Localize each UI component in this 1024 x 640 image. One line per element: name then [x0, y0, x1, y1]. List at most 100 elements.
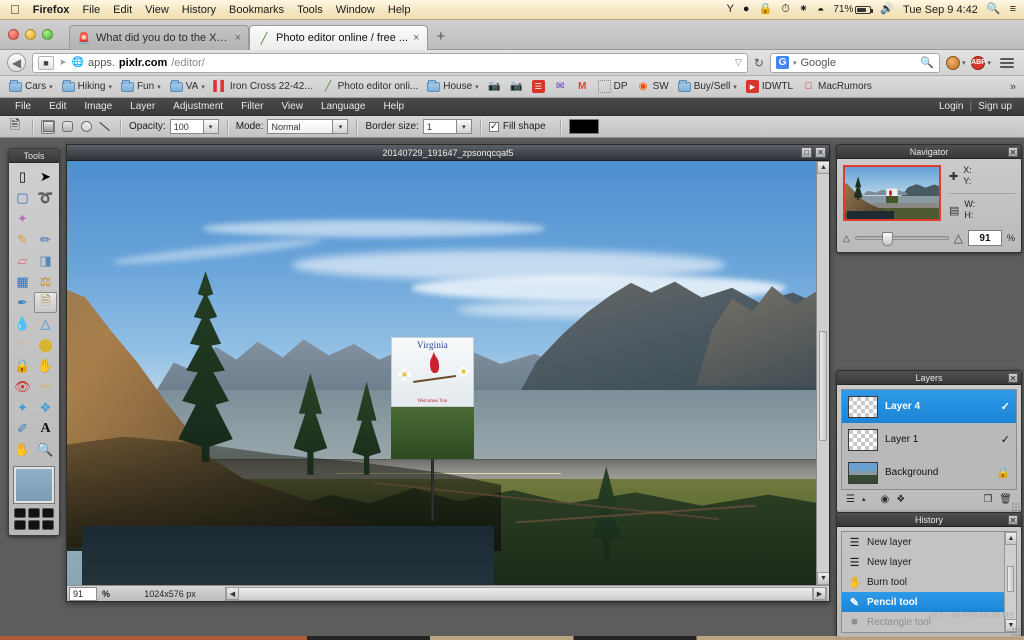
- bluetooth-icon[interactable]: ⁕: [799, 4, 808, 15]
- time-machine-icon[interactable]: ⏱: [781, 4, 790, 15]
- layer-settings-button[interactable]: ☰: [846, 494, 855, 505]
- close-window-button[interactable]: [8, 28, 19, 40]
- menubar-item-edit[interactable]: Edit: [113, 4, 132, 16]
- menubar-item-help[interactable]: Help: [388, 4, 411, 16]
- shape-tool[interactable]: 🖹: [34, 292, 57, 313]
- bookmark-camera-1[interactable]: 📷: [485, 79, 504, 94]
- layer-mask-button[interactable]: ◉: [880, 494, 889, 505]
- layer-style-button[interactable]: ❖: [896, 494, 905, 505]
- rectangle-shape-button[interactable]: [41, 119, 55, 134]
- pixlr-menu-language[interactable]: Language: [312, 98, 375, 116]
- history-scroll-up-icon[interactable]: ▲: [1005, 532, 1017, 545]
- antivirus-shield-icon[interactable]: ●: [743, 4, 750, 15]
- canvas-zoom-input[interactable]: 91: [69, 586, 97, 601]
- opacity-input[interactable]: 100: [169, 119, 204, 134]
- palette-swatch[interactable]: [28, 520, 40, 530]
- sharpen-tool[interactable]: △: [34, 313, 57, 334]
- zoom-slider-knob[interactable]: [881, 232, 893, 246]
- wifi-icon[interactable]: ◓: [817, 4, 824, 16]
- layer-settings-arrow[interactable]: ▴: [862, 495, 866, 503]
- line-shape-button[interactable]: [98, 120, 112, 134]
- pixlr-menu-help[interactable]: Help: [374, 98, 413, 116]
- bookmark-photo-editor[interactable]: ╱ Photo editor onli...: [319, 79, 422, 94]
- minimize-window-button[interactable]: [25, 28, 36, 40]
- adblock-plus-icon[interactable]: ABP ▾: [971, 55, 991, 70]
- move-tool[interactable]: ➤: [34, 166, 57, 187]
- pixlr-menu-filter[interactable]: Filter: [232, 98, 272, 116]
- search-bar[interactable]: G ▾ Google 🔍: [769, 52, 940, 73]
- menubar-item-view[interactable]: View: [145, 4, 169, 16]
- blend-mode-dropdown-icon[interactable]: ▾: [333, 119, 349, 134]
- layer-visibility-checkbox[interactable]: ✓: [1001, 400, 1010, 413]
- panel-resize-handle[interactable]: [1011, 627, 1020, 636]
- zoom-in-large-icon[interactable]: △: [954, 231, 963, 245]
- navigator-thumbnail[interactable]: [843, 165, 941, 221]
- login-link[interactable]: Login: [939, 101, 963, 112]
- layer-row-layer-1[interactable]: Layer 1 ✓: [842, 423, 1016, 456]
- search-magnifier-icon[interactable]: 🔍: [920, 56, 934, 69]
- pixlr-menu-edit[interactable]: Edit: [40, 98, 75, 116]
- history-scroll-thumb[interactable]: [1007, 566, 1014, 592]
- browser-tab-2-close-icon[interactable]: ×: [413, 32, 419, 44]
- notification-center-icon[interactable]: ≡: [1010, 4, 1016, 15]
- menubar-item-tools[interactable]: Tools: [297, 4, 323, 16]
- pixlr-menu-view[interactable]: View: [272, 98, 312, 116]
- bookmark-red-card[interactable]: ☰: [529, 79, 548, 94]
- palette-swatch[interactable]: [42, 520, 54, 530]
- wine-glass-icon[interactable]: Y: [727, 4, 734, 15]
- apple-icon[interactable]: : [10, 3, 20, 16]
- scroll-down-icon[interactable]: ▼: [817, 572, 829, 585]
- marquee-select-tool[interactable]: ▢: [11, 187, 34, 208]
- layer-row-background[interactable]: Background 🔒: [842, 456, 1016, 489]
- bookmark-dp[interactable]: DP: [595, 79, 631, 94]
- blend-mode-select[interactable]: Normal: [267, 119, 334, 134]
- color-picker-tool[interactable]: ✐: [11, 418, 34, 439]
- palette-swatch[interactable]: [42, 508, 54, 518]
- type-tool[interactable]: A: [34, 418, 57, 439]
- bookmark-house[interactable]: House ▾: [424, 79, 481, 93]
- bookmark-idwtl[interactable]: ▶ IDWTL: [743, 79, 796, 94]
- layer-row-layer-4[interactable]: Layer 4 ✓: [842, 390, 1016, 423]
- bookmark-camera-2[interactable]: 📷: [507, 79, 526, 94]
- navigator-close-icon[interactable]: ✕: [1008, 147, 1018, 157]
- menubar-item-file[interactable]: File: [82, 4, 100, 16]
- battery-indicator[interactable]: 71%: [833, 4, 874, 15]
- palette-swatch[interactable]: [14, 508, 26, 518]
- volume-icon[interactable]: 🔊: [880, 4, 894, 15]
- bookmark-va[interactable]: VA ▾: [167, 79, 208, 93]
- border-size-input[interactable]: 1: [422, 119, 457, 134]
- bookmark-buy-sell[interactable]: Buy/Sell ▾: [675, 79, 740, 93]
- bookmark-fun[interactable]: Fun ▾: [118, 79, 164, 93]
- pinch-tool[interactable]: ❖: [34, 397, 57, 418]
- pixlr-menu-image[interactable]: Image: [75, 98, 121, 116]
- eraser-tool[interactable]: ▱: [11, 250, 34, 271]
- pixlr-menu-file[interactable]: File: [6, 98, 40, 116]
- menubar-item-window[interactable]: Window: [336, 4, 375, 16]
- fill-color-swatch[interactable]: [568, 119, 599, 134]
- rounded-rectangle-shape-button[interactable]: [60, 120, 74, 134]
- new-tab-button[interactable]: +: [428, 24, 455, 49]
- scroll-right-icon[interactable]: ▶: [813, 587, 826, 600]
- panel-resize-handle[interactable]: [1011, 502, 1020, 511]
- history-item-burn-tool[interactable]: ✋ Burn tool: [842, 572, 1016, 592]
- burn-tool[interactable]: ✋: [34, 355, 57, 376]
- lock-icon[interactable]: 🔒: [759, 4, 773, 15]
- new-layer-button[interactable]: ❐: [983, 494, 992, 505]
- bookmark-sw[interactable]: ◉ SW: [634, 79, 672, 94]
- bookmark-cars[interactable]: Cars ▾: [6, 79, 56, 93]
- smudge-tool[interactable]: ☞: [11, 334, 34, 355]
- hand-tool[interactable]: ✋: [11, 439, 34, 460]
- foreground-color-swatch[interactable]: [14, 467, 54, 503]
- blur-tool[interactable]: 💧: [11, 313, 34, 334]
- pasted-sign-layer[interactable]: Virginia Welcomes You: [390, 336, 475, 460]
- layers-close-icon[interactable]: ✕: [1008, 373, 1018, 383]
- palette-swatch[interactable]: [28, 508, 40, 518]
- bookmark-iron-cross[interactable]: ▌▌ Iron Cross 22-42...: [211, 79, 316, 94]
- menubar-clock[interactable]: Tue Sep 9 4:42: [903, 4, 978, 16]
- pixlr-menu-layer[interactable]: Layer: [121, 98, 164, 116]
- bookmark-hiking[interactable]: Hiking ▾: [59, 79, 115, 93]
- paint-bucket-tool[interactable]: ◨: [34, 250, 57, 271]
- document-title-bar[interactable]: 20140729_191647_zpsonqcqaf5 □ ✕: [67, 145, 829, 161]
- menubar-item-history[interactable]: History: [182, 4, 216, 16]
- site-identity-icon[interactable]: ■: [38, 55, 54, 70]
